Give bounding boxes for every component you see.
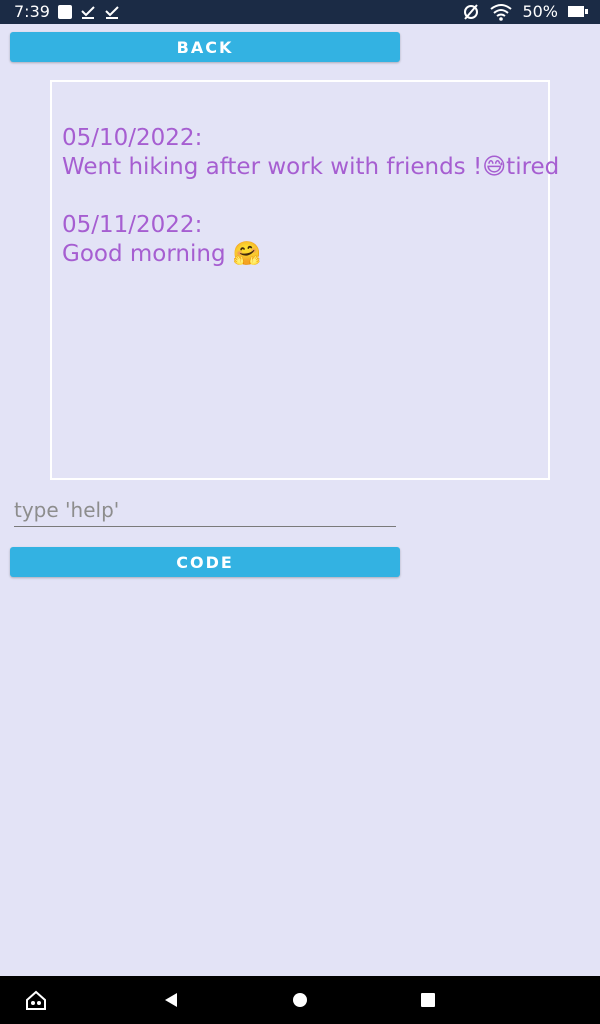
check-icon — [81, 5, 95, 19]
navigation-bar — [0, 976, 600, 1024]
journal-entry: 05/10/2022: Went hiking after work with … — [62, 124, 560, 182]
home-icon[interactable] — [24, 988, 48, 1012]
code-button[interactable]: CODE — [10, 547, 400, 577]
entry-text: Went hiking after work with friends !😅ti… — [62, 154, 560, 180]
journal-entries-box: 05/10/2022: Went hiking after work with … — [50, 80, 560, 480]
home-circle-icon[interactable] — [288, 988, 312, 1012]
entry-text: Good morning 🤗 — [62, 241, 262, 267]
command-input[interactable] — [14, 494, 396, 527]
status-time: 7:39 — [14, 2, 50, 21]
back-icon[interactable] — [159, 988, 183, 1012]
check-icon — [105, 5, 119, 19]
no-sim-icon — [464, 3, 479, 20]
battery-icon — [568, 6, 588, 17]
battery-percent: 50% — [522, 2, 558, 21]
back-button[interactable]: BACK — [10, 32, 400, 62]
status-bar: 7:39 50% — [0, 0, 600, 24]
entry-date: 05/11/2022: — [62, 212, 203, 238]
journal-entry: 05/11/2022: Good morning 🤗 — [62, 211, 542, 269]
wifi-icon — [490, 3, 513, 21]
notification-square-icon — [57, 4, 72, 19]
recents-icon[interactable] — [416, 988, 440, 1012]
entry-date: 05/10/2022: — [62, 125, 203, 151]
